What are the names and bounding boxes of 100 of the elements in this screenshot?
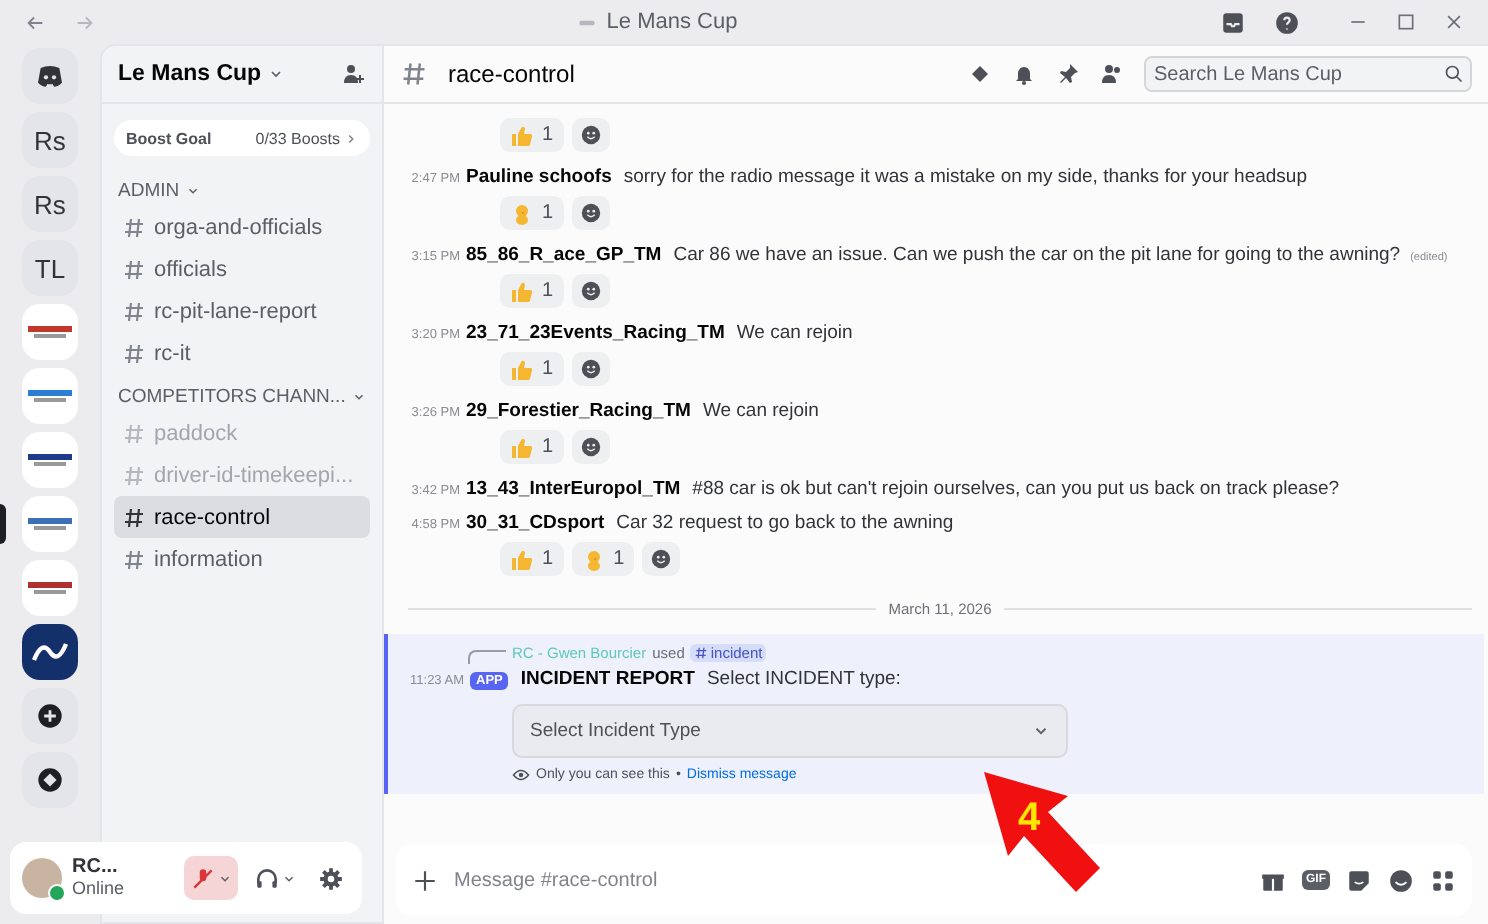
add-reaction-icon: [579, 124, 602, 146]
help-icon: [1274, 9, 1300, 35]
message-text: Car 86 we have an issue. Can we push the car on the pit lane for going to the awning?: [673, 244, 1401, 266]
server-button[interactable]: [22, 48, 78, 104]
chevron-icon: [185, 184, 200, 198]
message-author: Pauline schoofs: [466, 166, 612, 188]
thumbs-up-icon: [510, 279, 534, 303]
channel-title: race-control: [448, 60, 575, 88]
hash-icon: [122, 215, 146, 239]
pin-icon: [1056, 62, 1080, 86]
add-reaction-button[interactable]: [571, 274, 610, 308]
reaction-button[interactable]: 1: [500, 430, 564, 464]
close-icon: [1444, 12, 1464, 32]
add-reaction-icon: [579, 436, 602, 458]
pins-button[interactable]: [1056, 62, 1080, 86]
server-button[interactable]: [22, 560, 78, 616]
server-initials: Rs: [34, 189, 66, 219]
search-icon: [1444, 64, 1464, 84]
reply-spine: [468, 650, 506, 664]
reaction-button[interactable]: 1: [500, 118, 564, 152]
chevron-icon: [282, 871, 296, 885]
category-header[interactable]: ADMIN: [102, 168, 382, 206]
server-button[interactable]: [22, 752, 78, 808]
channel-item[interactable]: rc-it: [114, 332, 370, 374]
add-reaction-button[interactable]: [571, 118, 610, 152]
reaction-button[interactable]: 1: [571, 542, 635, 576]
server-name-button[interactable]: Le Mans Cup: [118, 62, 284, 86]
add-reaction-button[interactable]: [571, 352, 610, 386]
server-button[interactable]: Rs: [22, 112, 78, 168]
muted-microphone-icon: [190, 865, 216, 891]
incident-type-select[interactable]: Select Incident Type: [512, 704, 1068, 758]
search-field[interactable]: Search Le Mans Cup: [1144, 56, 1472, 92]
message-author: 23_71_23Events_Racing_TM: [466, 322, 725, 344]
bell-icon: [1012, 62, 1036, 86]
boost-goal-label: Boost Goal: [126, 129, 212, 147]
hash-icon: [694, 645, 709, 659]
hash-icon: [122, 257, 146, 281]
hash-icon: [122, 299, 146, 323]
reaction-button[interactable]: 1: [500, 542, 564, 576]
forward-arrow-icon: [74, 11, 96, 33]
reaction-button[interactable]: 1: [500, 352, 564, 386]
annotation-number: 4: [1018, 796, 1041, 842]
thumbs-up-icon: [510, 357, 534, 381]
message-author: 29_Forestier_Racing_TM: [466, 400, 691, 422]
message-author: 85_86_R_ace_GP_TM: [466, 244, 662, 266]
hash-icon: [122, 505, 146, 529]
sticker-button[interactable]: [1346, 867, 1372, 893]
server-button[interactable]: TL: [22, 240, 78, 296]
add-reaction-button[interactable]: [571, 196, 610, 230]
boost-goal-button[interactable]: Boost Goal 0/33 Boosts: [114, 120, 370, 156]
sticker-icon: [1346, 867, 1372, 893]
plus-icon: [412, 867, 438, 893]
message-text: Car 32 request to go back to the awning: [616, 512, 954, 534]
attach-button[interactable]: [412, 867, 438, 893]
channel-item[interactable]: race-control: [114, 496, 370, 538]
reaction-button[interactable]: 1: [500, 196, 564, 230]
message-text: Select INCIDENT type:: [706, 668, 901, 690]
inbox-icon: [1220, 9, 1246, 35]
hash-icon: [122, 463, 146, 487]
message-author: INCIDENT REPORT: [520, 668, 695, 690]
user-status: Online: [72, 878, 125, 900]
message-text: #88 car is ok but can't rejoin ourselves, can you put us back on track please?: [692, 478, 1340, 500]
microphone-button[interactable]: [184, 856, 238, 900]
chevron-icon: [1032, 722, 1050, 740]
server-button[interactable]: [22, 688, 78, 744]
message-text: sorry for the radio message it was a mistake on my side, thanks for your headsup: [623, 166, 1307, 188]
message-text: We can rejoin: [736, 322, 853, 344]
add-reaction-icon: [579, 202, 602, 224]
boost-count: 0/33 Boosts: [255, 129, 340, 147]
online-status-dot: [48, 884, 66, 902]
members-button[interactable]: [1100, 62, 1124, 86]
add-reaction-button[interactable]: [571, 430, 610, 464]
message-author: 13_43_InterEuropol_TM: [466, 478, 681, 500]
maximize-icon: [1396, 12, 1416, 32]
channel-item[interactable]: officials: [114, 248, 370, 290]
server-button[interactable]: [22, 624, 78, 680]
thumbs-up-icon: [510, 435, 534, 459]
add-server-icon: [36, 702, 64, 730]
reaction-button[interactable]: 1: [500, 274, 564, 308]
chevron-icon: [351, 390, 366, 404]
add-reaction-button[interactable]: [642, 542, 681, 576]
discord-logo-icon: [34, 60, 66, 92]
thumbs-up-icon: [510, 547, 534, 571]
channel-item[interactable]: orga-and-officials: [114, 206, 370, 248]
chevron-icon: [218, 871, 232, 885]
hash-icon: [122, 421, 146, 445]
apps-button[interactable]: [1430, 867, 1456, 893]
category-header[interactable]: COMPETITORS CHANN...: [102, 374, 382, 412]
emoji-button[interactable]: [1388, 867, 1414, 893]
server-button[interactable]: Rs: [22, 176, 78, 232]
message-input[interactable]: Message #race-control: [454, 869, 1244, 891]
channel-item[interactable]: information: [114, 538, 370, 580]
channel-item[interactable]: rc-pit-lane-report: [114, 290, 370, 332]
invite-button[interactable]: [342, 62, 366, 86]
add-member-icon: [342, 62, 366, 86]
apps-icon: [1430, 867, 1456, 893]
back-arrow-icon: [24, 11, 46, 33]
server-button[interactable]: [22, 432, 78, 488]
add-reaction-icon: [579, 280, 602, 302]
notifications-button[interactable]: [1012, 62, 1036, 86]
